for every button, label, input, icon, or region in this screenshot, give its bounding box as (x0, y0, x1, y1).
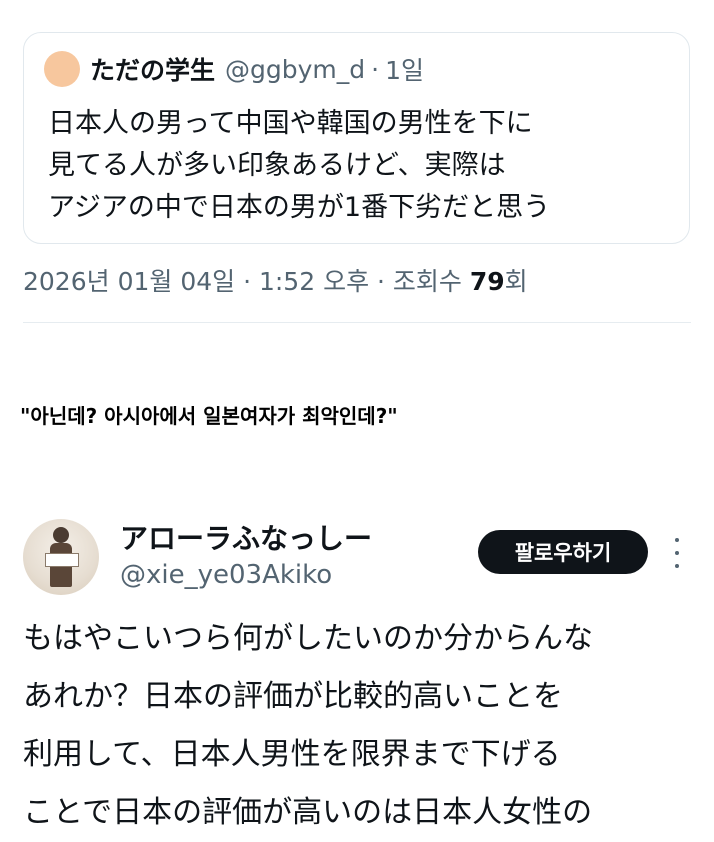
tweet-text-line: あれか？日本の評価が比較的高いことを (23, 679, 563, 714)
quoted-text-line: アジアの中で日本の男が1番下劣だと思う (48, 192, 551, 223)
tweet-text-line: もはやこいつら何がしたいのか分からんな (23, 621, 593, 656)
quoted-text-line: 見てる人が多い印象あるけど、実際は (48, 150, 506, 181)
view-count: 79 (469, 267, 505, 296)
display-name[interactable]: アローラふなっしー (120, 517, 372, 557)
divider (23, 322, 691, 323)
more-dot (675, 564, 679, 568)
quoted-tweet-card[interactable]: ただの学生 @ggbym_d · 1일 日本人の男って中国や韓国の男性を下に 見… (23, 32, 690, 244)
tweet-date-time[interactable]: 2026년 01월 04일 · 1:52 오후 · 조회수 (23, 267, 470, 296)
caption-text: "아닌데? 아시아에서 일본여자가 최악인데?" (20, 404, 398, 428)
view-count-suffix: 회 (504, 267, 528, 296)
tweet-text-line: 利用して、日本人男性を限界まで下げる (23, 737, 561, 772)
avatar-figure-sign (45, 553, 79, 567)
avatar-figure-head (53, 527, 69, 543)
quoted-tweet-header: ただの学生 @ggbym_d · 1일 (44, 51, 424, 87)
follow-button[interactable]: 팔로우하기 (478, 530, 648, 574)
quoted-time[interactable]: 1일 (385, 51, 424, 87)
tweet-text: もはやこいつら何がしたいのか分からんな あれか？日本の評価が比較的高いことを 利… (23, 610, 693, 842)
more-dot (675, 551, 679, 555)
tweet-text-line: ことで日本の評価が高いのは日本人女性の (23, 795, 593, 830)
more-dot (675, 538, 679, 542)
quoted-tweet-text: 日本人の男って中国や韓国の男性を下に 見てる人が多い印象あるけど、実際は アジア… (48, 103, 678, 229)
user-handle[interactable]: @xie_ye03Akiko (120, 560, 332, 590)
quoted-display-name[interactable]: ただの学生 (90, 51, 215, 87)
tweet-meta: 2026년 01월 04일 · 1:52 오후 · 조회수 79회 (23, 262, 528, 298)
quoted-avatar[interactable] (44, 51, 80, 87)
more-vertical-icon[interactable] (670, 538, 684, 568)
quoted-text-line: 日本人の男って中国や韓国の男性を下に (48, 108, 533, 139)
quoted-handle[interactable]: @ggbym_d (225, 55, 365, 84)
quoted-separator: · (371, 54, 380, 84)
avatar[interactable] (23, 519, 99, 595)
